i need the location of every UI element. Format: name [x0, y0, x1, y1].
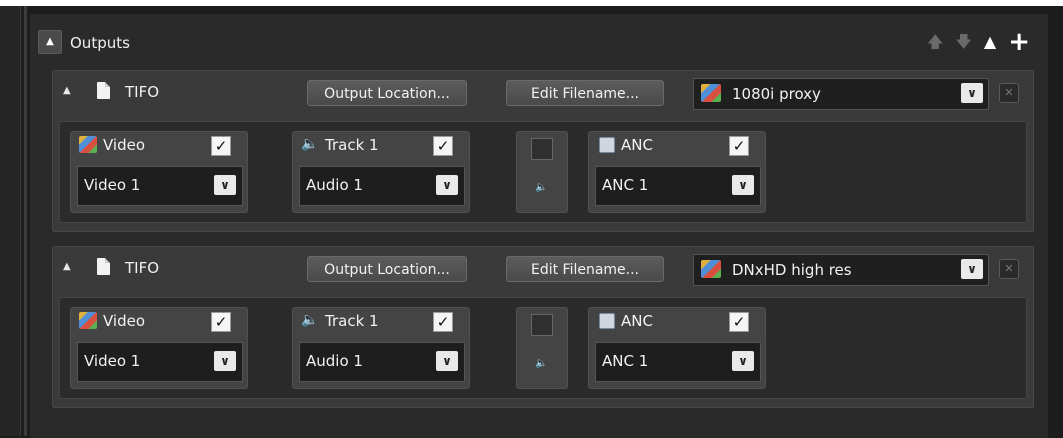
track-checkbox[interactable]: ✓ [433, 312, 453, 332]
extra-track-checkbox[interactable] [531, 138, 553, 160]
video-icon [79, 136, 97, 153]
video-preset-icon [701, 84, 721, 102]
audio-icon: 🔈 [301, 312, 319, 328]
tracks-area: Video ✓ Video 1 ∨ 🔈 Track 1 ✓ Audio 1 ∨ [59, 121, 1027, 223]
output-format: TIFO [125, 83, 160, 101]
track-select-value: Audio 1 [306, 352, 363, 370]
track-card-extra: 🔈 [516, 131, 568, 213]
preset-label: DNxHD high res [732, 261, 852, 279]
panel-title: Outputs [70, 34, 130, 52]
track-select[interactable]: Video 1 ∨ [77, 166, 243, 206]
track-card-video: Video ✓ Video 1 ∨ [70, 131, 248, 213]
track-label: ANC [621, 312, 653, 330]
track-header: Video ✓ [71, 132, 247, 158]
track-select[interactable]: Video 1 ∨ [77, 342, 243, 382]
track-header: 🔈 Track 1 ✓ [293, 308, 469, 334]
preset-dropdown[interactable]: 1080i proxy ∨ [693, 78, 989, 110]
track-checkbox[interactable]: ✓ [211, 312, 231, 332]
track-select-value: ANC 1 [602, 176, 649, 194]
arrow-down-icon[interactable]: 🡇 [955, 32, 971, 52]
chevron-down-icon[interactable]: ∨ [961, 259, 983, 279]
track-select-value: Audio 1 [306, 176, 363, 194]
arrow-up-icon[interactable]: 🡅 [927, 32, 943, 52]
track-card-anc: ANC ✓ ANC 1 ∨ [588, 131, 766, 213]
add-output-button[interactable]: + [1008, 29, 1030, 55]
remove-output-button[interactable]: ✕ [999, 259, 1019, 279]
track-checkbox[interactable]: ✓ [433, 136, 453, 156]
track-select-value: ANC 1 [602, 352, 649, 370]
edit-filename-button[interactable]: Edit Filename... [506, 80, 664, 106]
splitter[interactable] [24, 6, 27, 436]
track-label: Video [103, 312, 146, 330]
audio-icon: 🔈 [535, 358, 548, 369]
chevron-down-icon[interactable]: ∨ [961, 83, 983, 103]
tracks-area: Video ✓ Video 1 ∨ 🔈 Track 1 ✓ Audio 1 ∨ [59, 297, 1027, 399]
track-card-audio: 🔈 Track 1 ✓ Audio 1 ∨ [292, 131, 470, 213]
triangle-up-icon[interactable]: ▲ [984, 32, 996, 52]
preset-dropdown[interactable]: DNxHD high res ∨ [693, 254, 989, 286]
output-header: ▲ TIFO Output Location... Edit Filename.… [53, 71, 1033, 115]
output-collapse-icon[interactable]: ▲ [63, 85, 71, 96]
chevron-down-icon[interactable]: ∨ [436, 175, 458, 195]
output-location-button[interactable]: Output Location... [307, 80, 467, 106]
file-icon [97, 258, 110, 275]
video-icon [79, 312, 97, 329]
chevron-down-icon[interactable]: ∨ [732, 175, 754, 195]
anc-icon [599, 313, 615, 329]
edit-filename-button[interactable]: Edit Filename... [506, 256, 664, 282]
track-checkbox[interactable]: ✓ [729, 312, 749, 332]
preset-label: 1080i proxy [732, 85, 821, 103]
panel-actions: 🡅 🡇 ▲ + [927, 28, 1030, 56]
track-header: ANC ✓ [589, 132, 765, 158]
track-header: 🔈 Track 1 ✓ [293, 132, 469, 158]
anc-icon [599, 137, 615, 153]
track-label: ANC [621, 136, 653, 154]
track-select[interactable]: Audio 1 ∨ [299, 342, 465, 382]
track-select[interactable]: ANC 1 ∨ [595, 342, 761, 382]
track-select-value: Video 1 [84, 352, 141, 370]
video-preset-icon [701, 260, 721, 278]
audio-icon: 🔈 [535, 182, 548, 193]
top-strip [0, 0, 1063, 6]
output-block: ▲ TIFO Output Location... Edit Filename.… [52, 70, 1034, 232]
track-select[interactable]: Audio 1 ∨ [299, 166, 465, 206]
track-checkbox[interactable]: ✓ [729, 136, 749, 156]
track-card-video: Video ✓ Video 1 ∨ [70, 307, 248, 389]
output-header: ▲ TIFO Output Location... Edit Filename.… [53, 247, 1033, 291]
track-label: Video [103, 136, 146, 154]
chevron-down-icon[interactable]: ∨ [732, 351, 754, 371]
extra-track-checkbox[interactable] [531, 314, 553, 336]
track-label: Track 1 [325, 312, 379, 330]
track-header: Video ✓ [71, 308, 247, 334]
track-select-value: Video 1 [84, 176, 141, 194]
track-card-anc: ANC ✓ ANC 1 ∨ [588, 307, 766, 389]
output-collapse-icon[interactable]: ▲ [63, 261, 71, 272]
chevron-down-icon[interactable]: ∨ [436, 351, 458, 371]
outputs-collapse-button[interactable]: ▲ [38, 30, 62, 54]
output-block: ▲ TIFO Output Location... Edit Filename.… [52, 246, 1034, 408]
chevron-down-icon[interactable]: ∨ [214, 175, 236, 195]
track-select[interactable]: ANC 1 ∨ [595, 166, 761, 206]
chevron-down-icon[interactable]: ∨ [214, 351, 236, 371]
outputs-panel: ▲ Outputs 🡅 🡇 ▲ + ▲ TIFO Output Location… [30, 14, 1048, 438]
track-card-extra: 🔈 [516, 307, 568, 389]
track-card-audio: 🔈 Track 1 ✓ Audio 1 ∨ [292, 307, 470, 389]
remove-output-button[interactable]: ✕ [999, 83, 1019, 103]
track-label: Track 1 [325, 136, 379, 154]
outputs-panel-header: ▲ Outputs 🡅 🡇 ▲ + [30, 14, 1048, 70]
track-header: ANC ✓ [589, 308, 765, 334]
output-location-button[interactable]: Output Location... [307, 256, 467, 282]
output-format: TIFO [125, 259, 160, 277]
left-rail [0, 6, 21, 436]
file-icon [97, 82, 110, 99]
audio-icon: 🔈 [301, 136, 319, 152]
track-checkbox[interactable]: ✓ [211, 136, 231, 156]
